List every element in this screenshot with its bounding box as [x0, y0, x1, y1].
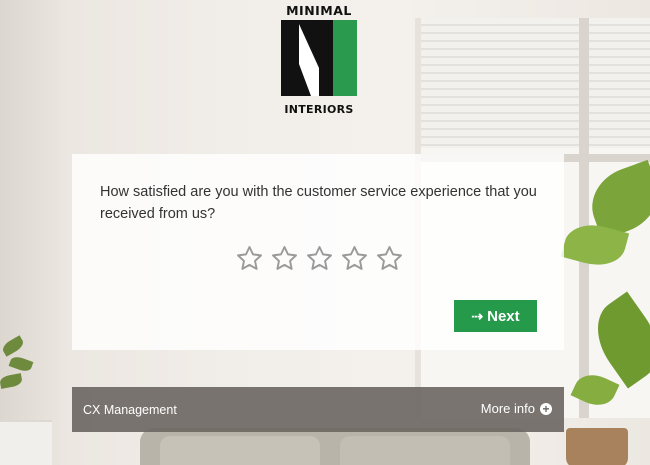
star-rating[interactable] [235, 244, 404, 273]
star-5-icon[interactable] [375, 244, 404, 273]
logo-bottom-word: INTERIORS [284, 103, 354, 116]
footer-brand: CX Management [83, 403, 177, 417]
footer-bar: CX Management More info + [72, 387, 564, 432]
plus-circle-icon: + [540, 402, 552, 415]
arrow-right-icon: ⇢ [471, 307, 483, 324]
logo-m-mark [281, 20, 357, 96]
brand-logo: MINIMAL INTERIORS [277, 4, 361, 117]
more-info-link[interactable]: More info + [481, 401, 552, 416]
star-2-icon[interactable] [270, 244, 299, 273]
logo-top-word: MINIMAL [286, 3, 352, 18]
star-4-icon[interactable] [340, 244, 369, 273]
survey-question: How satisfied are you with the customer … [100, 184, 537, 222]
next-button[interactable]: ⇢ Next [454, 300, 537, 332]
plant-decor [0, 330, 34, 400]
next-button-label: Next [487, 307, 520, 325]
sofa-decor [140, 428, 530, 465]
star-1-icon[interactable] [235, 244, 264, 273]
more-info-label: More info [480, 401, 535, 416]
survey-card: How satisfied are you with the customer … [72, 154, 564, 350]
star-3-icon[interactable] [305, 244, 334, 273]
